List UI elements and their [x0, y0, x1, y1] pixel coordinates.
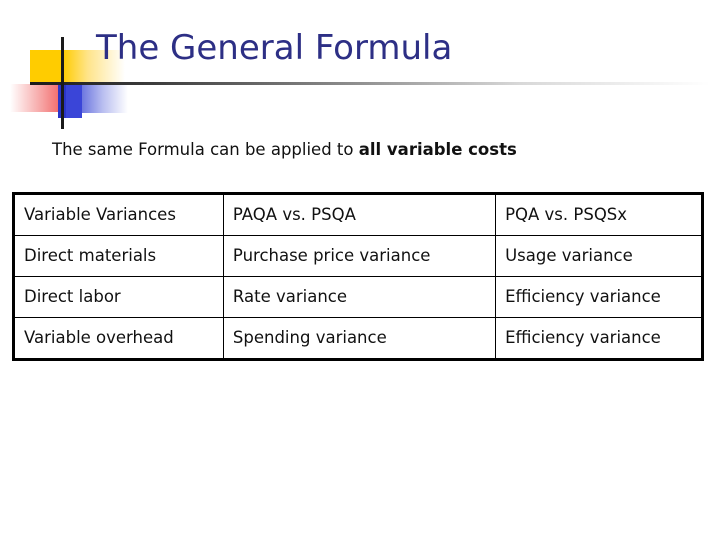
- table-row: Direct materials Purchase price variance…: [13, 235, 703, 277]
- variance-table: Variable Variances PAQA vs. PSQA PQA vs.…: [12, 192, 704, 361]
- vertical-rule-icon: [61, 37, 64, 129]
- table-header-row: Variable Variances PAQA vs. PSQA PQA vs.…: [13, 193, 703, 236]
- table-cell: Variable overhead: [13, 317, 224, 360]
- blue-square-inner-icon: [66, 85, 82, 118]
- subtitle-emphasis-text: all variable costs: [358, 140, 517, 159]
- slide-subtitle: The same Formula can be applied to all v…: [52, 140, 702, 159]
- table-cell: Efficiency variance: [495, 317, 703, 360]
- horizontal-rule-icon: [30, 82, 710, 85]
- slide-title-block: The General Formula: [0, 0, 720, 132]
- table-header-cell: PAQA vs. PSQA: [222, 193, 497, 236]
- table-row: Direct labor Rate variance Efficiency va…: [13, 276, 703, 318]
- table-header-cell: Variable Variances: [13, 193, 224, 236]
- slide-canvas: The General Formula The same Formula can…: [0, 0, 720, 540]
- page-title: The General Formula: [96, 28, 453, 68]
- table-header-cell: PQA vs. PSQSx: [495, 193, 703, 236]
- table-cell: Efficiency variance: [495, 276, 703, 318]
- table-cell: Direct labor: [13, 276, 224, 318]
- yellow-square-icon: [30, 50, 63, 83]
- table-cell: Spending variance: [222, 317, 497, 360]
- subtitle-normal-text: The same Formula can be applied to: [52, 140, 359, 159]
- table-row: Variable overhead Spending variance Effi…: [13, 317, 703, 360]
- table-cell: Purchase price variance: [222, 235, 497, 277]
- blue-gradient-bar-icon: [82, 85, 128, 113]
- table-cell: Direct materials: [13, 235, 224, 277]
- table-cell: Rate variance: [222, 276, 497, 318]
- table-cell: Usage variance: [495, 235, 703, 277]
